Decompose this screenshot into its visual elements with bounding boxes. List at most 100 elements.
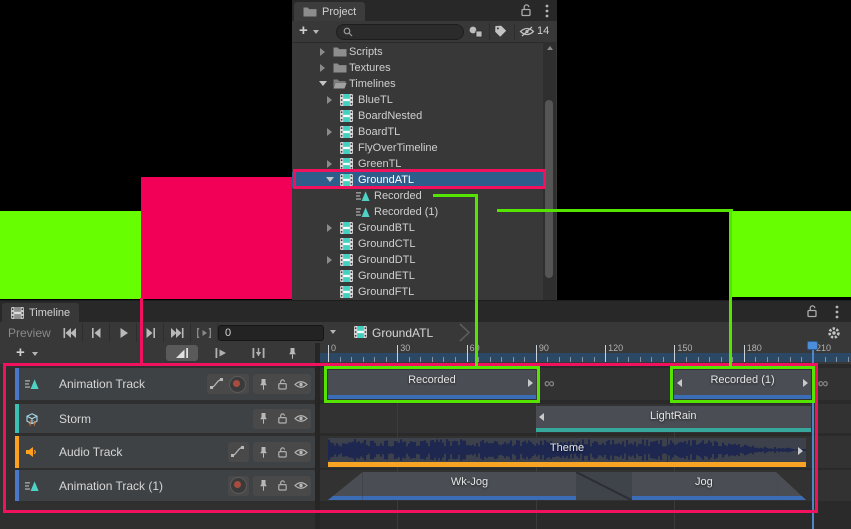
ruler-minor-tick <box>443 357 444 362</box>
expand-arrow-icon[interactable] <box>320 64 325 72</box>
tree-item-label: GroundETL <box>358 270 415 282</box>
lock-toggle[interactable] <box>274 412 290 426</box>
ruler-minor-tick <box>686 357 687 362</box>
preview-toggle[interactable]: Preview <box>8 326 51 340</box>
frame-dropdown-caret-icon[interactable] <box>330 330 336 334</box>
ruler-tick-label: 180 <box>747 343 762 353</box>
infinity-icon: ∞ <box>544 375 555 392</box>
expand-arrow-icon[interactable] <box>327 96 332 104</box>
clip-jog[interactable]: Jog <box>632 472 776 500</box>
eye-toggle[interactable] <box>293 445 309 459</box>
curves-button[interactable] <box>231 446 246 459</box>
tab-timeline[interactable]: Timeline <box>2 303 79 322</box>
clip-theme[interactable]: Theme <box>328 438 806 467</box>
tree-item-grounddtl[interactable]: GroundDTL <box>292 252 543 268</box>
ruler-minor-tick <box>409 357 410 362</box>
scrollbar-up-arrow-icon[interactable] <box>547 46 553 50</box>
caret-down-icon[interactable] <box>32 352 38 356</box>
ruler-minor-tick <box>628 357 629 362</box>
expand-arrow-icon[interactable] <box>327 224 332 232</box>
eye-toggle[interactable] <box>293 412 309 426</box>
frame-field[interactable]: 0 <box>218 325 324 341</box>
ruler-minor-tick <box>663 357 664 362</box>
skip-start-button[interactable] <box>56 323 83 342</box>
tree-item-boardtl[interactable]: BoardTL <box>292 124 543 140</box>
ripple-mode-button[interactable] <box>206 345 236 361</box>
pin-toggle[interactable] <box>256 377 272 391</box>
tree-item-recorded[interactable]: Recorded <box>292 188 543 204</box>
timeline-icon <box>340 94 353 106</box>
previous-frame-button[interactable] <box>83 323 110 342</box>
unlock-icon[interactable] <box>807 305 817 318</box>
clip-wk-jog[interactable]: Wk-Jog <box>363 472 577 500</box>
tree-item-flyovertimeline[interactable]: FlyOverTimeline <box>292 140 543 156</box>
scrollbar-thumb[interactable] <box>545 100 553 278</box>
clip-blend[interactable] <box>576 472 631 500</box>
lock-toggle[interactable] <box>274 479 290 493</box>
ruler-band <box>320 353 851 362</box>
project-scrollbar[interactable] <box>543 42 556 300</box>
pin-toggle[interactable] <box>256 412 272 426</box>
tree-item-boardnested[interactable]: BoardNested <box>292 108 543 124</box>
ruler-major-tick <box>536 345 537 362</box>
folder-icon <box>333 62 347 73</box>
ruler-tick-label: 0 <box>331 343 336 353</box>
record-button[interactable] <box>230 477 247 494</box>
skip-end-button[interactable] <box>164 323 191 342</box>
breadcrumb[interactable]: GroundATL <box>348 322 488 343</box>
track-toggle-group <box>253 374 311 394</box>
lock-toggle[interactable] <box>274 445 290 459</box>
tree-item-bluetl[interactable]: BlueTL <box>292 92 543 108</box>
clip-recorded[interactable]: Recorded <box>328 370 536 399</box>
clip-recorded-1-[interactable]: Recorded (1) <box>674 370 810 399</box>
curves-button[interactable] <box>210 378 225 391</box>
clip-lightrain[interactable]: LightRain <box>536 406 811 432</box>
gear-icon[interactable] <box>827 326 841 340</box>
eye-toggle[interactable] <box>293 377 309 391</box>
expand-arrow-icon[interactable] <box>327 256 332 264</box>
timeline-icon <box>340 222 353 234</box>
tree-item-groundftl[interactable]: GroundFTL <box>292 284 543 300</box>
expand-arrow-icon[interactable] <box>327 128 332 136</box>
lock-toggle[interactable] <box>274 377 290 391</box>
play-button[interactable] <box>110 323 137 342</box>
next-frame-button[interactable] <box>137 323 164 342</box>
clip-right-arrow-icon <box>802 379 808 387</box>
tree-item-groundbtl[interactable]: GroundBTL <box>292 220 543 236</box>
track-header-storm[interactable]: {}Storm <box>15 404 315 433</box>
tree-item-groundetl[interactable]: GroundETL <box>292 268 543 284</box>
track-header-animation-track[interactable]: Animation Track <box>15 368 315 400</box>
tree-item-groundatl[interactable]: GroundATL <box>292 172 543 188</box>
replace-mode-button[interactable] <box>244 345 272 361</box>
tree-item-greentl[interactable]: GreenTL <box>292 156 543 172</box>
tree-item-label: GroundATL <box>358 174 414 186</box>
pin-markers-button[interactable] <box>282 345 302 361</box>
track-header-animation-track-1-[interactable]: Animation Track (1) <box>15 470 315 501</box>
tree-item-timelines[interactable]: Timelines <box>292 76 543 92</box>
playhead-handle[interactable] <box>807 341 818 350</box>
track-header-audio-track[interactable]: Audio Track <box>15 436 315 468</box>
ruler-minor-tick <box>848 357 849 362</box>
tree-item-recorded-1-[interactable]: Recorded (1) <box>292 204 543 220</box>
collapse-arrow-icon[interactable] <box>326 177 334 182</box>
expand-arrow-icon[interactable] <box>320 48 325 56</box>
tree-item-groundctl[interactable]: GroundCTL <box>292 236 543 252</box>
timeline-icon <box>340 238 353 250</box>
ruler-major-tick <box>328 345 329 362</box>
pin-toggle[interactable] <box>256 445 272 459</box>
scene-pink-quad <box>141 177 293 299</box>
mix-mode-button[interactable] <box>166 345 198 361</box>
clip-label: Theme <box>328 442 806 454</box>
collapse-arrow-icon[interactable] <box>319 81 327 86</box>
tree-item-textures[interactable]: Textures <box>292 60 543 76</box>
timeline-asset-icon <box>354 326 367 338</box>
play-range-button[interactable] <box>191 323 218 342</box>
expand-arrow-icon[interactable] <box>327 160 332 168</box>
eye-toggle[interactable] <box>293 479 309 493</box>
tree-item-scripts[interactable]: Scripts <box>292 44 543 60</box>
kebab-menu-icon[interactable] <box>835 305 839 319</box>
record-button[interactable] <box>229 376 246 393</box>
time-ruler[interactable]: 0306090120150180210 <box>320 343 851 364</box>
add-track-button[interactable]: + <box>16 345 25 360</box>
pin-toggle[interactable] <box>256 479 272 493</box>
